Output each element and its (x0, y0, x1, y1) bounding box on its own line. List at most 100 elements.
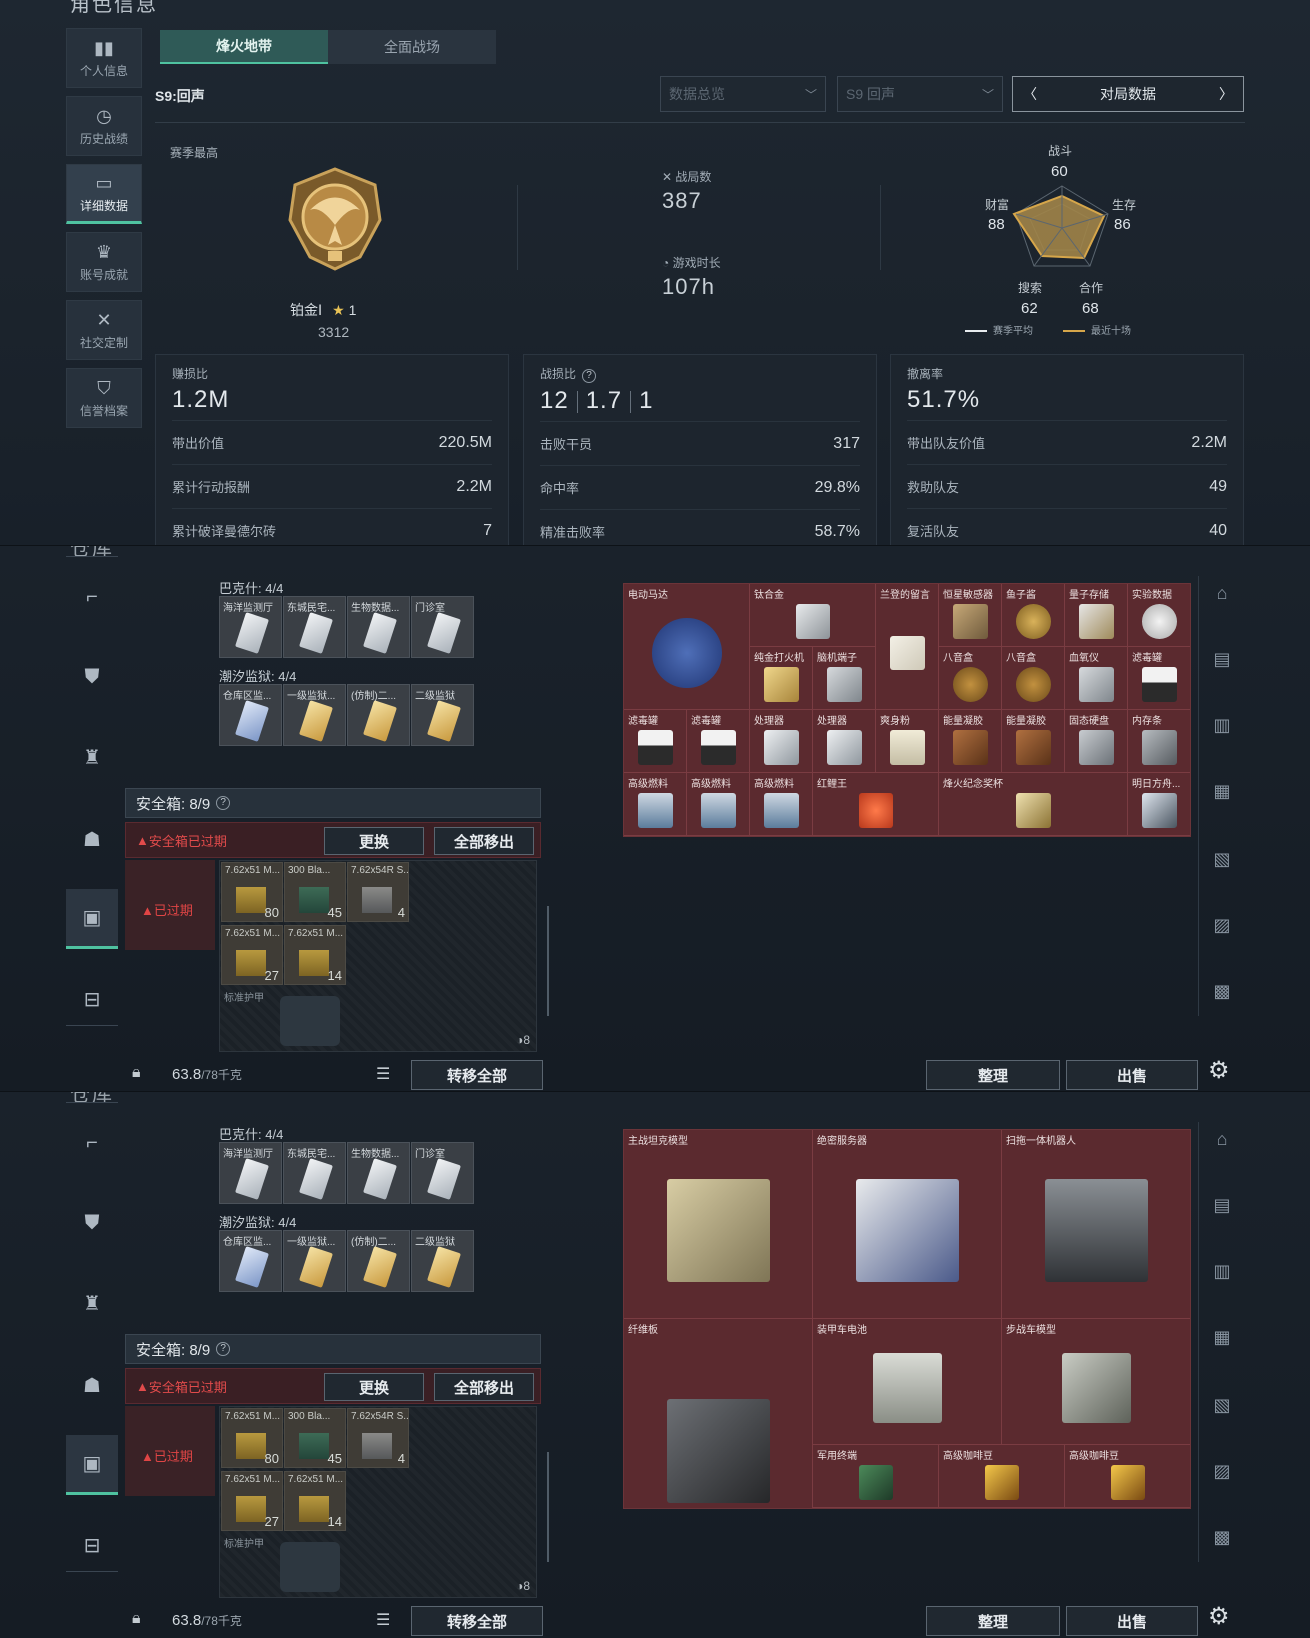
weapon-nav-icon[interactable]: ⌐ (66, 1113, 118, 1173)
key-card-slot[interactable]: 东城民宅... (283, 596, 346, 658)
stash-tab-1-icon[interactable]: ▤ (1205, 642, 1239, 676)
ammo-item[interactable]: 7.62x51 M... 80 (221, 1408, 283, 1468)
weapon-nav-icon[interactable]: ⌐ (66, 567, 118, 627)
key-card-slot[interactable]: 一级监狱... (283, 684, 346, 746)
safe-box-nav-icon[interactable]: ▣ (66, 889, 118, 949)
tab-full-battlefield[interactable]: 全面战场 (328, 30, 496, 64)
key-card-slot[interactable]: 海洋监测厅 (219, 596, 282, 658)
chevron-right-icon[interactable]: 〉 (1219, 84, 1233, 104)
scrollbar[interactable] (547, 1452, 549, 1562)
tab-hazard-zone[interactable]: 烽火地带 (160, 30, 328, 64)
stash-item[interactable]: 明日方舟... (1128, 773, 1190, 836)
sell-button[interactable]: 出售 (1066, 1060, 1198, 1090)
scrollbar[interactable] (547, 906, 549, 1016)
stash-item[interactable]: 主战坦克模型 (624, 1130, 813, 1319)
help-icon[interactable]: ? (216, 1342, 231, 1356)
stash-item[interactable]: 高级燃料 (750, 773, 813, 836)
stash-home-icon[interactable]: ⌂ (1205, 576, 1239, 610)
stash-tab-6-icon[interactable]: ▩ (1205, 1520, 1239, 1554)
stash-item[interactable]: 纤维板 (624, 1319, 813, 1508)
stash-item[interactable]: 能量凝胶 (939, 710, 1002, 773)
ammo-item[interactable]: 7.62x51 M... 27 (221, 925, 283, 985)
stash-tab-1-icon[interactable]: ▤ (1205, 1188, 1239, 1222)
key-card-slot[interactable]: 门诊室 (411, 1142, 474, 1204)
stash-item[interactable]: 滤毒罐 (1128, 647, 1190, 710)
key-card-slot[interactable]: 二级监狱 (411, 684, 474, 746)
stash-tab-3-icon[interactable]: ▦ (1205, 1320, 1239, 1354)
sort-button[interactable]: 整理 (926, 1060, 1060, 1090)
stash-tab-2-icon[interactable]: ▥ (1205, 1254, 1239, 1288)
stash-item[interactable]: 鱼子酱 (1002, 584, 1065, 647)
season-dropdown[interactable]: S9 回声 ﹀ (837, 76, 1003, 112)
toolbox-nav-icon[interactable]: ⊟ (66, 969, 118, 1029)
stash-item[interactable]: 兰登的留言 (876, 584, 939, 710)
stash-tab-6-icon[interactable]: ▩ (1205, 974, 1239, 1008)
stash-item[interactable]: 电动马达 (624, 584, 750, 710)
key-card-slot[interactable]: 一级监狱... (283, 1230, 346, 1292)
stash-item[interactable]: 钛合金 (750, 584, 876, 647)
stash-item[interactable]: 滤毒罐 (624, 710, 687, 773)
stash-item[interactable]: 能量凝胶 (1002, 710, 1065, 773)
nav-achievements[interactable]: ♛ 账号成就 (66, 232, 142, 292)
key-card-slot[interactable]: (仿制)二... (347, 1230, 410, 1292)
ammo-item[interactable]: 7.62x51 M... 27 (221, 1471, 283, 1531)
stash-item[interactable]: 实验数据 (1128, 584, 1190, 647)
nav-detailed-data[interactable]: ▭ 详细数据 (66, 164, 142, 224)
stash-home-icon[interactable]: ⌂ (1205, 1122, 1239, 1156)
stash-item[interactable]: 固态硬盘 (1065, 710, 1128, 773)
stash-item[interactable]: 高级咖啡豆 (939, 1445, 1065, 1508)
replace-button[interactable]: 更换 (324, 1373, 424, 1401)
stash-item[interactable]: 处理器 (750, 710, 813, 773)
stash-tab-5-icon[interactable]: ▨ (1205, 1454, 1239, 1488)
list-icon[interactable]: ☰ (376, 1064, 400, 1086)
key-card-slot[interactable]: (仿制)二... (347, 684, 410, 746)
stash-item[interactable]: 装甲车电池 (813, 1319, 1002, 1445)
gear-icon[interactable]: ⚙ (1208, 1602, 1230, 1631)
help-icon[interactable]: ? (582, 369, 597, 383)
help-icon[interactable]: ? (216, 796, 231, 810)
armor-vest-item[interactable] (280, 1542, 340, 1592)
key-card-slot[interactable]: 东城民宅... (283, 1142, 346, 1204)
stash-item[interactable]: 高级燃料 (624, 773, 687, 836)
stash-item[interactable]: 军用终端 (813, 1445, 939, 1508)
armor-vest-item[interactable] (280, 996, 340, 1046)
stash-item[interactable]: 恒星敏感器 (939, 584, 1002, 647)
nav-reputation[interactable]: ⛉ 信誉档案 (66, 368, 142, 428)
list-icon[interactable]: ☰ (376, 1610, 400, 1632)
helmet-nav-icon[interactable]: ♜ (66, 727, 118, 787)
key-card-slot[interactable]: 二级监狱 (411, 1230, 474, 1292)
key-card-slot[interactable]: 仓库区监... (219, 684, 282, 746)
stash-item[interactable]: 八音盒 (939, 647, 1002, 710)
stash-tab-5-icon[interactable]: ▨ (1205, 908, 1239, 942)
key-card-slot[interactable]: 门诊室 (411, 596, 474, 658)
stash-item[interactable]: 烽火纪念奖杯 (939, 773, 1128, 836)
gear-icon[interactable]: ⚙ (1208, 1056, 1230, 1085)
backpack-nav-icon[interactable]: ☗ (66, 809, 118, 869)
stash-item[interactable]: 量子存储 (1065, 584, 1128, 647)
stash-item[interactable]: 脑机端子 (813, 647, 876, 710)
ammo-item[interactable]: 7.62x51 M... 14 (284, 925, 346, 985)
key-card-slot[interactable]: 生物数据... (347, 1142, 410, 1204)
expired-safe-box[interactable]: ▲已过期 (125, 860, 215, 950)
key-card-slot[interactable]: 海洋监测厅 (219, 1142, 282, 1204)
stash-item[interactable]: 步战车模型 (1002, 1319, 1190, 1445)
stash-item[interactable]: 八音盒 (1002, 647, 1065, 710)
armor-nav-icon[interactable]: ⛊ (66, 1193, 118, 1253)
ammo-item[interactable]: 7.62x51 M... 80 (221, 862, 283, 922)
ammo-item[interactable]: 300 Bla... 45 (284, 1408, 346, 1468)
ammo-item[interactable]: 300 Bla... 45 (284, 862, 346, 922)
stash-item[interactable]: 扫拖一体机器人 (1002, 1130, 1190, 1319)
chevron-left-icon[interactable]: 〈 (1023, 84, 1037, 104)
stash-item[interactable]: 高级燃料 (687, 773, 750, 836)
nav-personal-info[interactable]: ▮▮ 个人信息 (66, 28, 142, 88)
replace-button[interactable]: 更换 (324, 827, 424, 855)
helmet-nav-icon[interactable]: ♜ (66, 1273, 118, 1333)
safe-box-nav-icon[interactable]: ▣ (66, 1435, 118, 1495)
key-card-slot[interactable]: 生物数据... (347, 596, 410, 658)
stash-tab-4-icon[interactable]: ▧ (1205, 1388, 1239, 1422)
nav-social[interactable]: ✕ 社交定制 (66, 300, 142, 360)
stash-tab-2-icon[interactable]: ▥ (1205, 708, 1239, 742)
stash-tab-3-icon[interactable]: ▦ (1205, 774, 1239, 808)
sort-button[interactable]: 整理 (926, 1606, 1060, 1636)
armor-nav-icon[interactable]: ⛊ (66, 647, 118, 707)
